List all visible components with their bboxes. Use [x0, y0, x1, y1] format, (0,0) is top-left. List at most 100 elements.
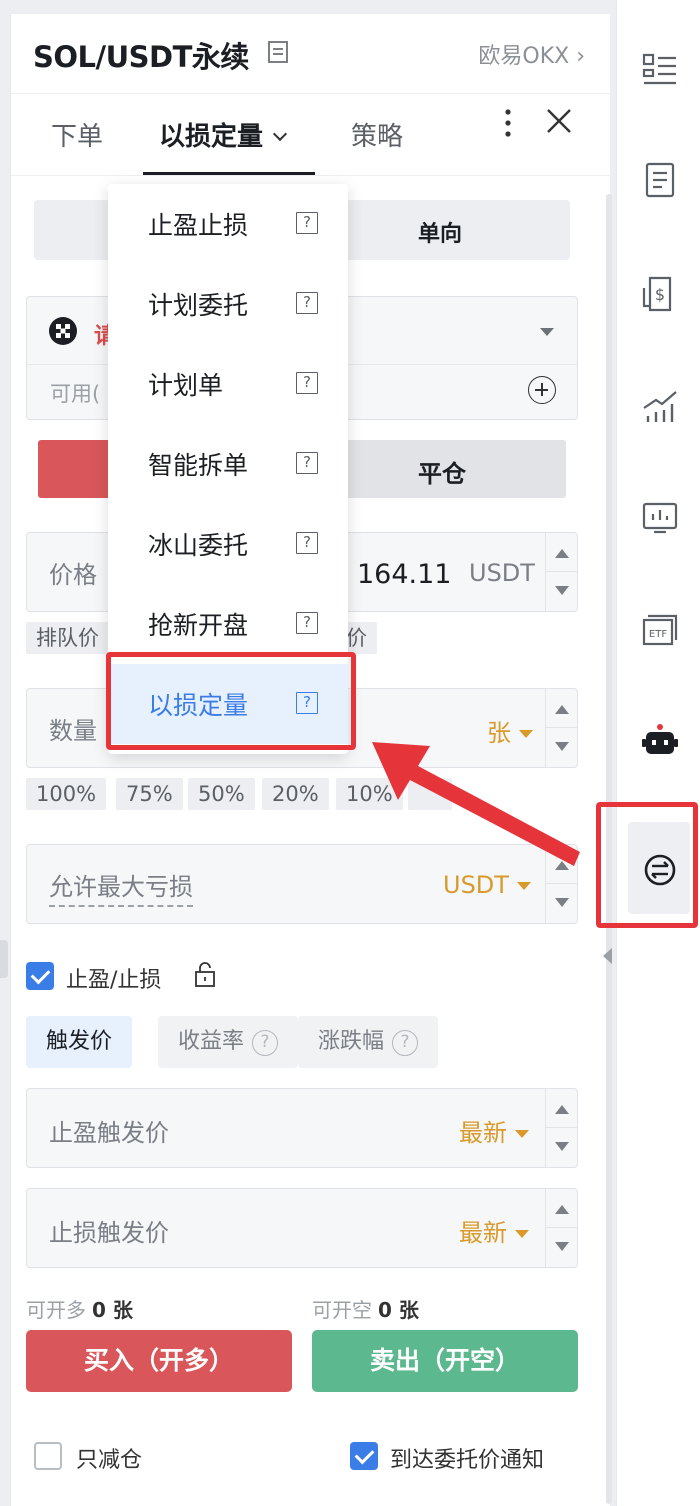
sell-short-button[interactable]: 卖出（开空）	[312, 1330, 578, 1392]
close-icon[interactable]	[546, 108, 572, 134]
etf-icon[interactable]: ETF	[640, 610, 680, 650]
max-open-short-value: 0 张	[378, 1298, 419, 1322]
menu-item-iceberg[interactable]: 冰山委托?	[108, 504, 348, 584]
growth-chart-icon[interactable]	[640, 386, 680, 426]
sl-price-type: 最新	[459, 1219, 507, 1247]
take-profit-label: 止盈触发价	[49, 1119, 169, 1147]
price-unit: USDT	[469, 559, 535, 587]
reduce-only-checkbox[interactable]	[34, 1442, 62, 1470]
take-profit-trigger-field[interactable]: 止盈触发价 最新	[26, 1088, 578, 1168]
lock-icon[interactable]	[194, 962, 216, 988]
menu-item-label: 抢新开盘	[148, 611, 249, 640]
sl-price-type-selector[interactable]: 最新	[459, 1213, 529, 1248]
tp-stepper[interactable]	[545, 1089, 578, 1167]
tab-return-rate[interactable]: 收益率?	[158, 1016, 299, 1068]
decrement-icon[interactable]	[555, 742, 569, 751]
dashboard-icon[interactable]	[640, 498, 680, 538]
percent-chip-20[interactable]: 20%	[262, 778, 329, 810]
percent-chip-50[interactable]: 50%	[188, 778, 255, 810]
increment-icon[interactable]	[555, 1105, 569, 1114]
collapse-panel-handle[interactable]	[603, 948, 612, 964]
tab-loss-quantity-label: 以损定量	[159, 122, 264, 152]
tp-sl-checkbox[interactable]	[26, 962, 54, 990]
max-loss-stepper[interactable]	[545, 845, 578, 923]
more-options-icon[interactable]	[505, 108, 511, 138]
increment-icon[interactable]	[555, 861, 569, 870]
list-icon[interactable]	[640, 50, 680, 90]
bot-icon[interactable]	[640, 722, 680, 762]
menu-item-label: 冰山委托	[148, 531, 249, 560]
percent-chip-75[interactable]: 75%	[116, 778, 183, 810]
menu-item-label: 止盈止损	[148, 211, 249, 240]
help-icon[interactable]: ?	[296, 372, 318, 394]
tab-order[interactable]: 下单	[51, 116, 103, 153]
tab-trigger-price[interactable]: 触发价	[26, 1016, 133, 1068]
stop-loss-trigger-field[interactable]: 止损触发价 最新	[26, 1188, 578, 1268]
quantity-unit-selector[interactable]: 张	[487, 713, 533, 748]
tab-price-change-label: 涨跌幅	[318, 1029, 385, 1054]
decrement-icon[interactable]	[555, 898, 569, 907]
tab-strategy[interactable]: 策略	[351, 116, 403, 153]
notes-icon[interactable]	[640, 160, 680, 200]
help-icon[interactable]: ?	[296, 292, 318, 314]
queue-price-chip[interactable]: 排队价	[26, 622, 109, 654]
caret-down-icon	[515, 1230, 529, 1238]
decrement-icon[interactable]	[555, 586, 569, 595]
help-icon[interactable]: ?	[296, 212, 318, 234]
sl-stepper[interactable]	[545, 1189, 578, 1267]
buy-long-button[interactable]: 买入（开多）	[26, 1330, 292, 1392]
menu-item-label: 计划委托	[148, 291, 249, 320]
instrument-title[interactable]: SOL/USDT永续	[33, 34, 249, 76]
decrement-icon[interactable]	[555, 1142, 569, 1151]
close-position-label: 平仓	[418, 460, 466, 488]
percent-chip-10[interactable]: 10%	[336, 778, 403, 810]
increment-icon[interactable]	[555, 1205, 569, 1214]
active-tab-indicator	[143, 172, 315, 175]
menu-item-label: 智能拆单	[148, 451, 249, 480]
menu-item-plan-order[interactable]: 计划委托?	[108, 264, 348, 344]
tab-loss-quantity[interactable]: 以损定量	[159, 116, 288, 153]
tab-return-rate-label: 收益率	[178, 1029, 245, 1054]
dollar-document-icon[interactable]: $	[640, 274, 680, 314]
caret-down-icon	[516, 882, 531, 890]
custom-percent-chip[interactable]	[408, 778, 452, 810]
panel-header: SOL/USDT永续 欧易OKX ›	[11, 14, 611, 94]
quantity-stepper[interactable]	[545, 689, 578, 767]
stop-loss-label: 止损触发价	[49, 1219, 169, 1247]
help-icon[interactable]: ?	[252, 1030, 279, 1056]
help-icon[interactable]: ?	[296, 532, 318, 554]
order-tabs: 下单 以损定量 策略	[11, 94, 611, 176]
document-icon[interactable]	[267, 40, 289, 64]
chevron-down-icon	[272, 126, 288, 142]
tab-price-change[interactable]: 涨跌幅?	[298, 1016, 439, 1068]
notify-checkbox[interactable]	[350, 1442, 378, 1470]
percent-chip-100[interactable]: 100%	[26, 778, 107, 810]
help-icon[interactable]: ?	[392, 1030, 419, 1056]
help-icon[interactable]: ?	[296, 452, 318, 474]
one-way-mode-label[interactable]: 单向	[418, 216, 462, 248]
max-open-long-label: 可开多	[26, 1298, 86, 1322]
max-open-short-label: 可开空	[312, 1298, 372, 1322]
price-stepper[interactable]	[545, 533, 578, 611]
close-position-tab[interactable]: 平仓	[310, 440, 566, 498]
caret-down-icon[interactable]	[540, 328, 554, 336]
increment-icon[interactable]	[555, 705, 569, 714]
help-icon[interactable]: ?	[296, 612, 318, 634]
menu-item-plan[interactable]: 计划单?	[108, 344, 348, 424]
add-funds-icon[interactable]	[528, 376, 556, 404]
available-balance-label: 可用(	[50, 382, 101, 406]
increment-icon[interactable]	[555, 549, 569, 558]
decrement-icon[interactable]	[555, 1242, 569, 1251]
max-loss-label: 允许最大亏损	[49, 867, 193, 907]
price-value[interactable]: 164.11	[357, 559, 451, 590]
notify-label: 到达委托价通知	[390, 1448, 545, 1473]
max-loss-field[interactable]: 允许最大亏损 USDT	[26, 844, 578, 924]
left-edge-handle[interactable]	[0, 940, 8, 978]
exchange-selector[interactable]: 欧易OKX ›	[478, 38, 585, 70]
menu-item-tp-sl[interactable]: 止盈止损?	[108, 184, 348, 264]
tp-price-type-selector[interactable]: 最新	[459, 1113, 529, 1148]
max-loss-unit-selector[interactable]: USDT	[443, 871, 531, 899]
menu-item-smart-split[interactable]: 智能拆单?	[108, 424, 348, 504]
account-avatar-icon	[49, 317, 77, 345]
max-open-short: 可开空 0 张	[312, 1294, 419, 1323]
